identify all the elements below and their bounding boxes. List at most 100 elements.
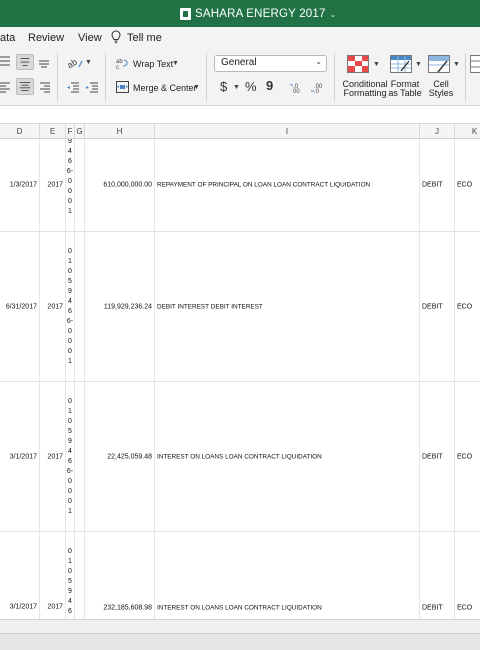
orientation-icon[interactable]: ab [67,55,83,69]
column-header-f[interactable]: F [66,124,75,139]
cell-account[interactable]: 9 4 6 6- 0 0 0 1 [66,139,75,231]
increase-indent-icon[interactable] [86,81,98,93]
cell-year-value: 2017 [47,453,63,460]
ribbon: ab ▼ ab c Wrap Text ▼ Merge & Center ▼ G… [0,49,480,106]
cell-styles-line2: Styles [428,88,454,98]
column-header-d[interactable]: D [0,124,40,139]
account-char: 9 [68,588,72,595]
cell-code[interactable]: ECO [455,532,480,619]
align-left-icon[interactable] [0,81,12,93]
cell-type[interactable]: DEBIT [420,232,455,381]
tab-tell-me[interactable]: Tell me [127,32,162,44]
cell-type[interactable]: DEBIT [420,382,455,531]
title-chevron-icon[interactable]: ⌄ [330,10,337,19]
currency-dropdown-icon[interactable]: ▼ [233,84,240,91]
cell-year[interactable]: 2017 [40,382,66,531]
merge-center-icon[interactable] [116,81,129,93]
cell-description[interactable]: INTEREST ON LOANS LOAN CONTRACT LIQUIDAT… [155,532,420,619]
cell-code[interactable]: ECO [455,232,480,381]
align-bottom-icon[interactable] [38,56,50,68]
cell-type[interactable]: DEBIT [420,532,455,619]
percent-button[interactable]: % [245,79,257,94]
cell-year[interactable]: 2017 [40,232,66,381]
cell-type[interactable]: DEBIT [420,139,455,231]
account-char: 1 [68,208,72,215]
cell-styles-dropdown-icon[interactable]: ▼ [453,61,460,68]
decrease-indent-icon[interactable] [67,81,79,93]
worksheet-grid[interactable]: 1/3/2017 2017 9 4 6 6- 0 0 0 1 610,000,0… [0,139,480,619]
cell-date[interactable]: 6/31/2017 [0,232,40,381]
cell-styles-label[interactable]: Cell Styles [425,80,457,98]
orientation-dropdown-icon[interactable]: ▼ [85,59,92,66]
cell-date[interactable]: 3/1/2017 [0,382,40,531]
align-top-icon[interactable] [0,56,12,66]
wrap-text-icon[interactable]: ab c [116,57,128,69]
sheet-tabs-bar[interactable] [0,619,480,633]
ribbon-separator [206,53,207,101]
format-as-table-icon[interactable] [390,55,412,73]
account-char: 4 [68,448,72,455]
table-row[interactable]: 3/1/2017 2017 0 1 0 5 9 4 6 6- 0 0 0 1 2… [0,382,480,532]
column-header-k[interactable]: K [455,124,480,139]
cell-year[interactable]: 2017 [40,139,66,231]
cell-code[interactable]: ECO [455,139,480,231]
account-char: 4 [68,298,72,305]
cell-description[interactable]: DEBIT INTEREST DEBIT INTEREST [155,232,420,381]
account-char: 0 [68,338,72,345]
table-row[interactable]: 1/3/2017 2017 9 4 6 6- 0 0 0 1 610,000,0… [0,139,480,232]
cell-styles-icon[interactable] [428,55,450,73]
column-header-g[interactable]: G [75,124,85,139]
chevron-down-icon: ⌄ [315,57,322,66]
cell-account[interactable]: 0 1 0 5 9 4 6 6- 0 0 0 1 [66,232,75,381]
cell-year[interactable]: 2017 [40,532,66,619]
cell-code[interactable]: ECO [455,382,480,531]
cell-g[interactable] [75,139,85,231]
align-right-icon[interactable] [38,81,50,93]
cell-description[interactable]: INTEREST ON LOANS LOAN CONTRACT LIQUIDAT… [155,382,420,531]
cell-g[interactable] [75,232,85,381]
currency-button[interactable]: $ [220,79,227,94]
account-char: 1 [68,258,72,265]
merge-center-dropdown-icon[interactable]: ▼ [193,84,200,91]
wrap-text-dropdown-icon[interactable]: ▼ [172,60,179,67]
cell-account[interactable]: 0 1 0 5 9 4 6 [66,532,75,619]
column-header-i[interactable]: I [155,124,420,139]
cell-g[interactable] [75,532,85,619]
cell-description[interactable]: REPAYMENT OF PRINCIPAL ON LOAN LOAN CONT… [155,139,420,231]
column-header-j[interactable]: J [420,124,455,139]
conditional-formatting-label[interactable]: Conditional Formatting [342,80,388,98]
decrease-decimal-icon[interactable]: .00 .0 [311,81,327,93]
formula-bar[interactable] [0,106,480,124]
cell-description-value: DEBIT INTEREST DEBIT INTEREST [157,303,263,310]
format-as-table-label[interactable]: Format as Table [387,80,423,98]
align-center-icon[interactable] [16,78,34,95]
table-row[interactable]: 6/31/2017 2017 0 1 0 5 9 4 6 6- 0 0 0 1 [0,232,480,382]
cell-amount[interactable]: 119,929,236.24 [85,232,155,381]
conditional-formatting-dropdown-icon[interactable]: ▼ [373,61,380,68]
format-as-table-dropdown-icon[interactable]: ▼ [415,61,422,68]
comma-style-button[interactable]: 9 [266,78,273,93]
tab-data[interactable]: ata [0,32,15,44]
column-header-h[interactable]: H [85,124,155,139]
insert-cells-icon[interactable] [470,55,480,73]
cell-amount[interactable]: 232,185,608.98 [85,532,155,619]
align-middle-icon[interactable] [16,54,34,70]
cell-date[interactable]: 1/3/2017 [0,139,40,231]
wrap-text-button[interactable]: Wrap Text [133,59,173,69]
cell-amount[interactable]: 22,425,059.48 [85,382,155,531]
cell-g[interactable] [75,382,85,531]
column-header-e[interactable]: E [40,124,66,139]
column-headers: D E F G H I J K [0,124,480,139]
cell-amount[interactable]: 610,000,000.00 [85,139,155,231]
table-row[interactable]: 3/1/2017 2017 0 1 0 5 9 4 6 232,185,608.… [0,532,480,619]
conditional-formatting-icon[interactable] [347,55,369,73]
increase-decimal-icon[interactable]: .0 00 [290,81,306,93]
cell-account[interactable]: 0 1 0 5 9 4 6 6- 0 0 0 1 [66,382,75,531]
merge-center-button[interactable]: Merge & Center [133,83,197,93]
tab-view[interactable]: View [78,32,102,44]
account-char: 0 [68,328,72,335]
cell-date[interactable]: 3/1/2017 [0,532,40,619]
number-format-value: General [221,57,257,68]
tab-review[interactable]: Review [28,32,64,44]
number-format-select[interactable]: General ⌄ [214,55,327,72]
